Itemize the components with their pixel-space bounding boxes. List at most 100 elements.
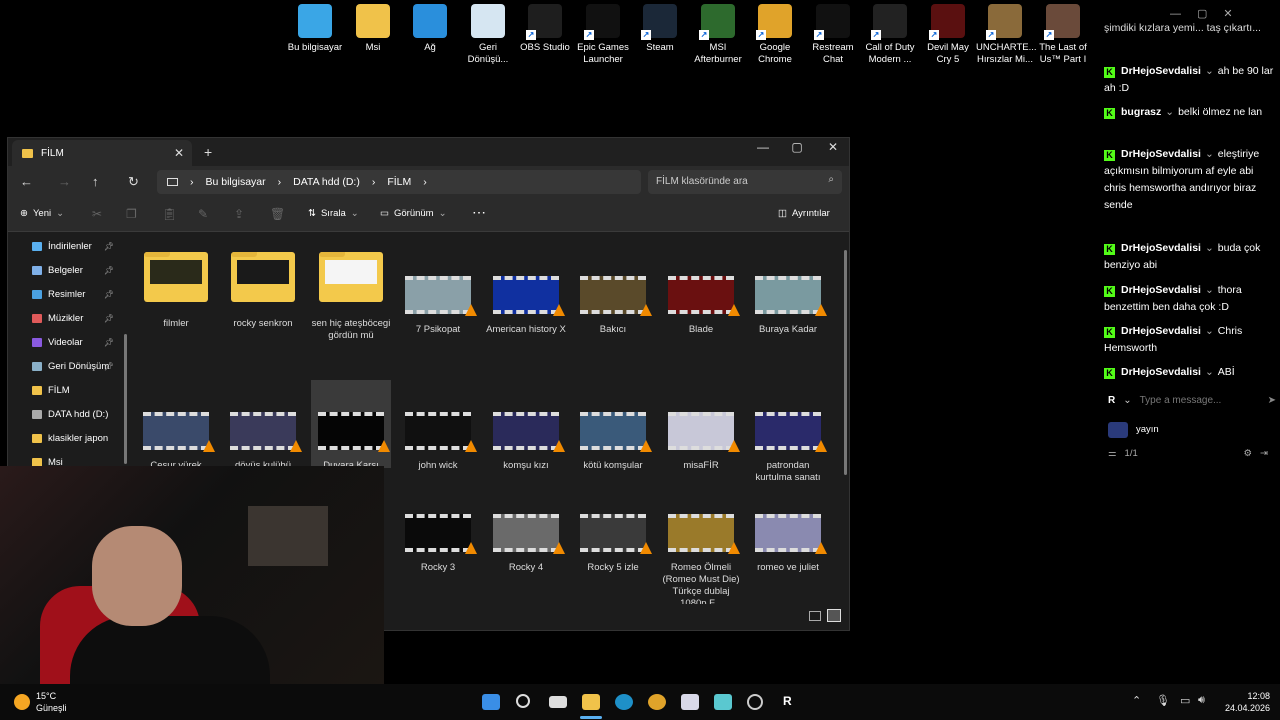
- video-file-item[interactable]: American history X: [486, 276, 566, 336]
- close-tab-icon[interactable]: ✕: [174, 146, 184, 160]
- tab-film[interactable]: FİLM ✕: [12, 140, 192, 166]
- chat-username[interactable]: DrHejoSevdalisi: [1121, 148, 1201, 160]
- chevron-down-icon[interactable]: ⌄: [1205, 366, 1214, 378]
- more-options-icon[interactable]: ⋯: [472, 204, 486, 221]
- sidebar-item[interactable]: Belgeler 📌︎: [8, 258, 124, 282]
- video-file-item[interactable]: Blade: [661, 276, 741, 336]
- obs-taskbar-icon[interactable]: [747, 694, 763, 710]
- chrome-taskbar-icon[interactable]: [648, 694, 666, 710]
- minimize-icon[interactable]: —: [1170, 6, 1181, 28]
- copy-icon[interactable]: ❐: [126, 207, 137, 221]
- chevron-up-icon[interactable]: ⌃: [1132, 694, 1141, 707]
- video-file-item[interactable]: misaFİR: [661, 412, 741, 472]
- store-icon[interactable]: [681, 694, 699, 710]
- start-icon[interactable]: [482, 694, 500, 710]
- video-file-item[interactable]: Rocky 3: [398, 514, 478, 574]
- video-file-item[interactable]: Rocky 5 izle: [573, 514, 653, 574]
- sidebar-scrollbar[interactable]: [124, 234, 127, 468]
- desktop-icon[interactable]: ↗ Google Chrome: [746, 4, 804, 66]
- edge-icon[interactable]: [615, 694, 633, 710]
- restream-taskbar-icon[interactable]: R: [783, 694, 792, 708]
- desktop-icon[interactable]: Msi: [344, 4, 402, 54]
- sort-button[interactable]: ⇅ Sırala ⌄: [308, 208, 359, 219]
- rename-icon[interactable]: ✎: [198, 207, 208, 221]
- content-scrollbar[interactable]: [844, 250, 847, 475]
- chat-username[interactable]: DrHejoSevdalisi: [1121, 242, 1201, 254]
- video-file-item[interactable]: Buraya Kadar: [748, 276, 828, 336]
- new-tab-icon[interactable]: +: [204, 144, 212, 160]
- maximize-icon[interactable]: ▢: [1197, 6, 1207, 28]
- forward-arrow-icon[interactable]: →: [58, 174, 71, 189]
- refresh-icon[interactable]: ↻: [128, 174, 139, 190]
- toggle-icon[interactable]: ⚌: [1108, 445, 1117, 462]
- chat-username[interactable]: DrHejoSevdalisi: [1121, 325, 1201, 337]
- search-input[interactable]: FİLM klasöründe ara ⌕: [648, 170, 842, 194]
- video-file-item[interactable]: Cesur yürek: [136, 412, 216, 472]
- sidebar-item[interactable]: klasikler japon: [8, 426, 124, 450]
- maximize-icon[interactable]: ▢: [780, 140, 814, 154]
- delete-icon[interactable]: 🗑︎: [270, 207, 285, 221]
- desktop-icon[interactable]: ↗ MSI Afterburner: [689, 4, 747, 66]
- sidebar-item[interactable]: DATA hdd (D:): [8, 402, 124, 426]
- video-file-item[interactable]: dövüş kulübü: [223, 412, 303, 472]
- sidebar-item[interactable]: Müzikler 📌︎: [8, 306, 124, 330]
- chevron-down-icon[interactable]: ⌄: [1205, 284, 1214, 296]
- chat-username[interactable]: DrHejoSevdalisi: [1121, 366, 1201, 378]
- sidebar-scrollbar-thumb[interactable]: [124, 334, 127, 464]
- chevron-down-icon[interactable]: ⌄: [1123, 392, 1131, 409]
- video-file-item[interactable]: romeo ve juliet: [748, 514, 828, 574]
- desktop-icon[interactable]: ↗ Restream Chat: [804, 4, 862, 66]
- chat-username[interactable]: bugrasz: [1121, 106, 1161, 118]
- video-file-item[interactable]: Rocky 4: [486, 514, 566, 574]
- desktop-icon[interactable]: ↗ OBS Studio: [516, 4, 574, 54]
- up-arrow-icon[interactable]: ↑: [92, 174, 99, 189]
- chat-username[interactable]: DrHejoSevdalisi: [1121, 284, 1201, 296]
- chevron-down-icon[interactable]: ⌄: [1205, 325, 1214, 337]
- volume-icon[interactable]: 🔊︎: [1198, 694, 1205, 707]
- chat-input[interactable]: R ⌄ Type a message... ➤: [1108, 391, 1276, 409]
- thumbnail-view-icon[interactable]: [827, 609, 841, 622]
- chevron-down-icon[interactable]: ⌄: [1205, 148, 1214, 160]
- breadcrumb-folder[interactable]: FİLM: [387, 176, 411, 188]
- video-file-item[interactable]: 7 Psikopat: [398, 276, 478, 336]
- close-window-icon[interactable]: ✕: [816, 140, 850, 154]
- task-view-icon[interactable]: [549, 696, 567, 708]
- file-explorer-taskbar-icon[interactable]: [582, 694, 600, 710]
- desktop-icon[interactable]: Ağ: [401, 4, 459, 54]
- microphone-icon[interactable]: 🎙︎: [1156, 694, 1170, 707]
- desktop-icon[interactable]: ↗ UNCHARTE... Hırsızlar Mi...: [976, 4, 1037, 66]
- sidebar-item[interactable]: FİLM: [8, 378, 124, 402]
- desktop-icon[interactable]: ↗ Epic Games Launcher: [574, 4, 632, 66]
- details-button[interactable]: ◫ Ayrıntılar: [778, 208, 830, 219]
- sidebar-item[interactable]: İndirilenler 📌︎: [8, 234, 124, 258]
- desktop-icon[interactable]: ↗ Call of Duty Modern ...: [861, 4, 919, 66]
- video-file-item[interactable]: Bakıcı: [573, 276, 653, 336]
- chevron-down-icon[interactable]: ⌄: [1165, 106, 1174, 118]
- desktop-icon[interactable]: ↗ Devil May Cry 5: [919, 4, 977, 66]
- clock[interactable]: 12:08 24.04.2026: [1218, 690, 1270, 714]
- back-arrow-icon[interactable]: ←: [20, 174, 33, 189]
- send-icon[interactable]: ➤: [1268, 392, 1276, 409]
- folder-item[interactable]: rocky senkron: [223, 252, 303, 330]
- video-file-item[interactable]: Romeo Ölmeli (Romeo Must Die) Türkçe dub…: [661, 514, 741, 610]
- exit-icon[interactable]: ⇥: [1260, 445, 1268, 462]
- network-status-icon[interactable]: ▭: [1180, 694, 1190, 707]
- weather-widget[interactable]: 15°C Güneşli: [14, 690, 67, 714]
- folder-item[interactable]: sen hiç ateşböcegi gördün mü: [311, 252, 391, 342]
- chat-username[interactable]: DrHejoSevdalisi: [1121, 65, 1201, 77]
- minimize-icon[interactable]: —: [746, 140, 780, 154]
- video-file-item[interactable]: patrondan kurtulma sanatı: [748, 412, 828, 484]
- breadcrumb-this-pc[interactable]: Bu bilgisayar: [206, 176, 266, 188]
- sidebar-item[interactable]: Geri Dönüşüm 📌︎: [8, 354, 124, 378]
- view-button[interactable]: ▭ Görünüm ⌄: [380, 208, 447, 219]
- video-file-item[interactable]: komşu kızı: [486, 412, 566, 472]
- video-file-item[interactable]: kötü komşular: [573, 412, 653, 472]
- details-view-icon[interactable]: [809, 611, 821, 621]
- desktop-icon[interactable]: ↗ The Last of Us™ Part I: [1034, 4, 1092, 66]
- paste-icon[interactable]: 📋︎: [162, 207, 177, 221]
- breadcrumb-drive[interactable]: DATA hdd (D:): [293, 176, 360, 188]
- desktop-icon[interactable]: Bu bilgisayar: [286, 4, 344, 54]
- desktop-icon[interactable]: ↗ Steam: [631, 4, 689, 54]
- settings-gear-icon[interactable]: ⚙: [1244, 445, 1253, 462]
- address-bar[interactable]: › Bu bilgisayar › DATA hdd (D:) › FİLM ›: [157, 170, 641, 194]
